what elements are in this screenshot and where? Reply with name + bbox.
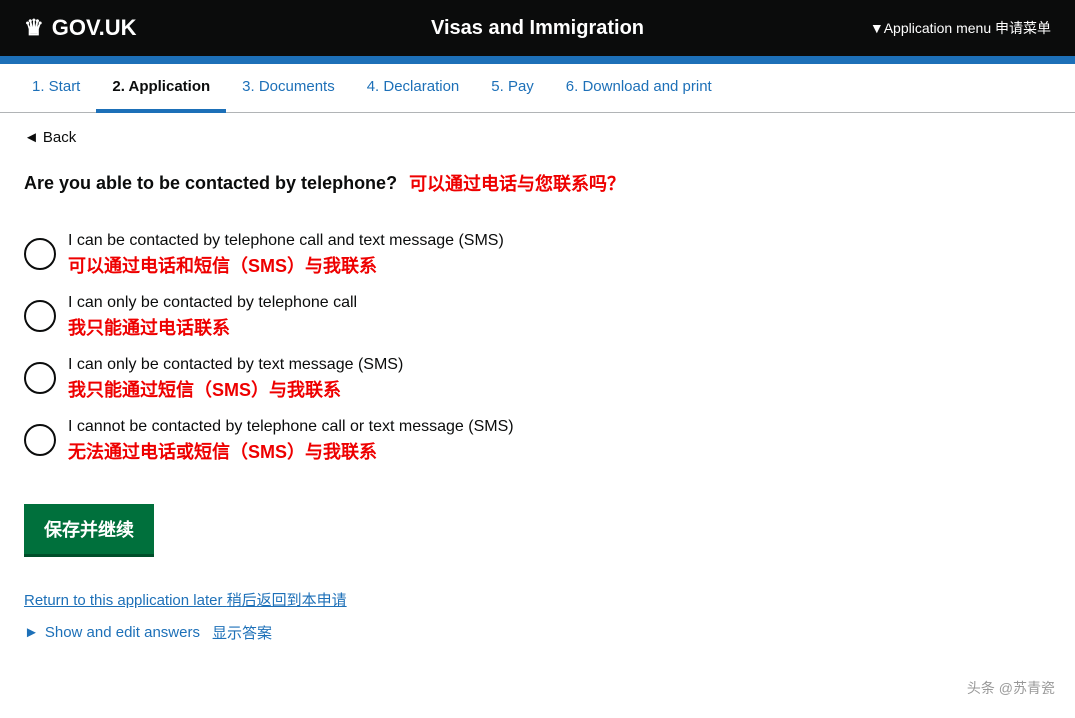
question-text-zh: 可以通过电话与您联系吗？ <box>409 170 625 196</box>
return-later-zh: 稍后返回到本申请 <box>227 592 347 609</box>
site-header: ♛ GOV.UK Visas and Immigration ▼Applicat… <box>0 0 1075 56</box>
step-pay[interactable]: 5. Pay <box>475 64 550 113</box>
option-3-label-zh: 我只能通过短信（SMS）与我联系 <box>68 376 403 402</box>
option-2-label-zh: 我只能通过电话联系 <box>68 314 357 340</box>
option-4-text: I cannot be contacted by telephone call … <box>68 418 514 464</box>
radio-input-3[interactable] <box>24 362 56 394</box>
site-title: Visas and Immigration <box>431 17 644 40</box>
question-heading: Are you able to be contacted by telephon… <box>24 170 876 196</box>
radio-option-1: I can be contacted by telephone call and… <box>24 224 876 286</box>
save-continue-button[interactable]: 保存并继续 <box>24 504 154 557</box>
show-answers-link[interactable]: ► Show and edit answers 显示答案 <box>24 622 876 643</box>
return-later-en: Return to this application later <box>24 592 222 609</box>
blue-accent-bar <box>0 56 1075 64</box>
option-3-label-en: I can only be contacted by text message … <box>68 356 403 374</box>
return-later-link[interactable]: Return to this application later 稍后返回到本申… <box>24 589 876 610</box>
back-arrow-icon: ◄ <box>24 129 39 146</box>
contact-options-group: I can be contacted by telephone call and… <box>24 224 876 472</box>
question-text-en: Are you able to be contacted by telephon… <box>24 173 397 194</box>
step-documents[interactable]: 3. Documents <box>226 64 351 113</box>
radio-option-2: I can only be contacted by telephone cal… <box>24 286 876 348</box>
step-start[interactable]: 1. Start <box>16 64 96 113</box>
application-menu[interactable]: ▼Application menu 申请菜单 <box>870 18 1051 38</box>
step-declaration[interactable]: 4. Declaration <box>351 64 476 113</box>
option-2-text: I can only be contacted by telephone cal… <box>68 294 357 340</box>
option-4-label-en: I cannot be contacted by telephone call … <box>68 418 514 436</box>
back-label: Back <box>43 129 76 146</box>
bottom-links: Return to this application later 稍后返回到本申… <box>24 589 876 643</box>
radio-input-2[interactable] <box>24 300 56 332</box>
option-2-label-en: I can only be contacted by telephone cal… <box>68 294 357 312</box>
option-3-text: I can only be contacted by text message … <box>68 356 403 402</box>
radio-input-1[interactable] <box>24 238 56 270</box>
steps-navigation: 1. Start 2. Application 3. Documents 4. … <box>0 64 1075 113</box>
radio-option-4: I cannot be contacted by telephone call … <box>24 410 876 472</box>
option-1-text: I can be contacted by telephone call and… <box>68 232 504 278</box>
gov-logo-text: GOV.UK <box>52 15 137 41</box>
main-content: ◄ Back Are you able to be contacted by t… <box>0 113 900 683</box>
show-answers-en: Show and edit answers <box>45 624 200 641</box>
step-download[interactable]: 6. Download and print <box>550 64 728 113</box>
option-1-label-zh: 可以通过电话和短信（SMS）与我联系 <box>68 252 504 278</box>
gov-logo: ♛ GOV.UK <box>24 15 137 41</box>
radio-option-3: I can only be contacted by text message … <box>24 348 876 410</box>
option-4-label-zh: 无法通过电话或短信（SMS）与我联系 <box>68 438 514 464</box>
show-answers-arrow-icon: ► <box>24 624 39 641</box>
back-link[interactable]: ◄ Back <box>24 129 76 146</box>
watermark: 头条 @苏青瓷 <box>967 678 1055 698</box>
crown-icon: ♛ <box>24 15 44 41</box>
show-answers-zh: 显示答案 <box>212 622 272 643</box>
option-1-label-en: I can be contacted by telephone call and… <box>68 232 504 250</box>
step-application[interactable]: 2. Application <box>96 64 226 113</box>
radio-input-4[interactable] <box>24 424 56 456</box>
